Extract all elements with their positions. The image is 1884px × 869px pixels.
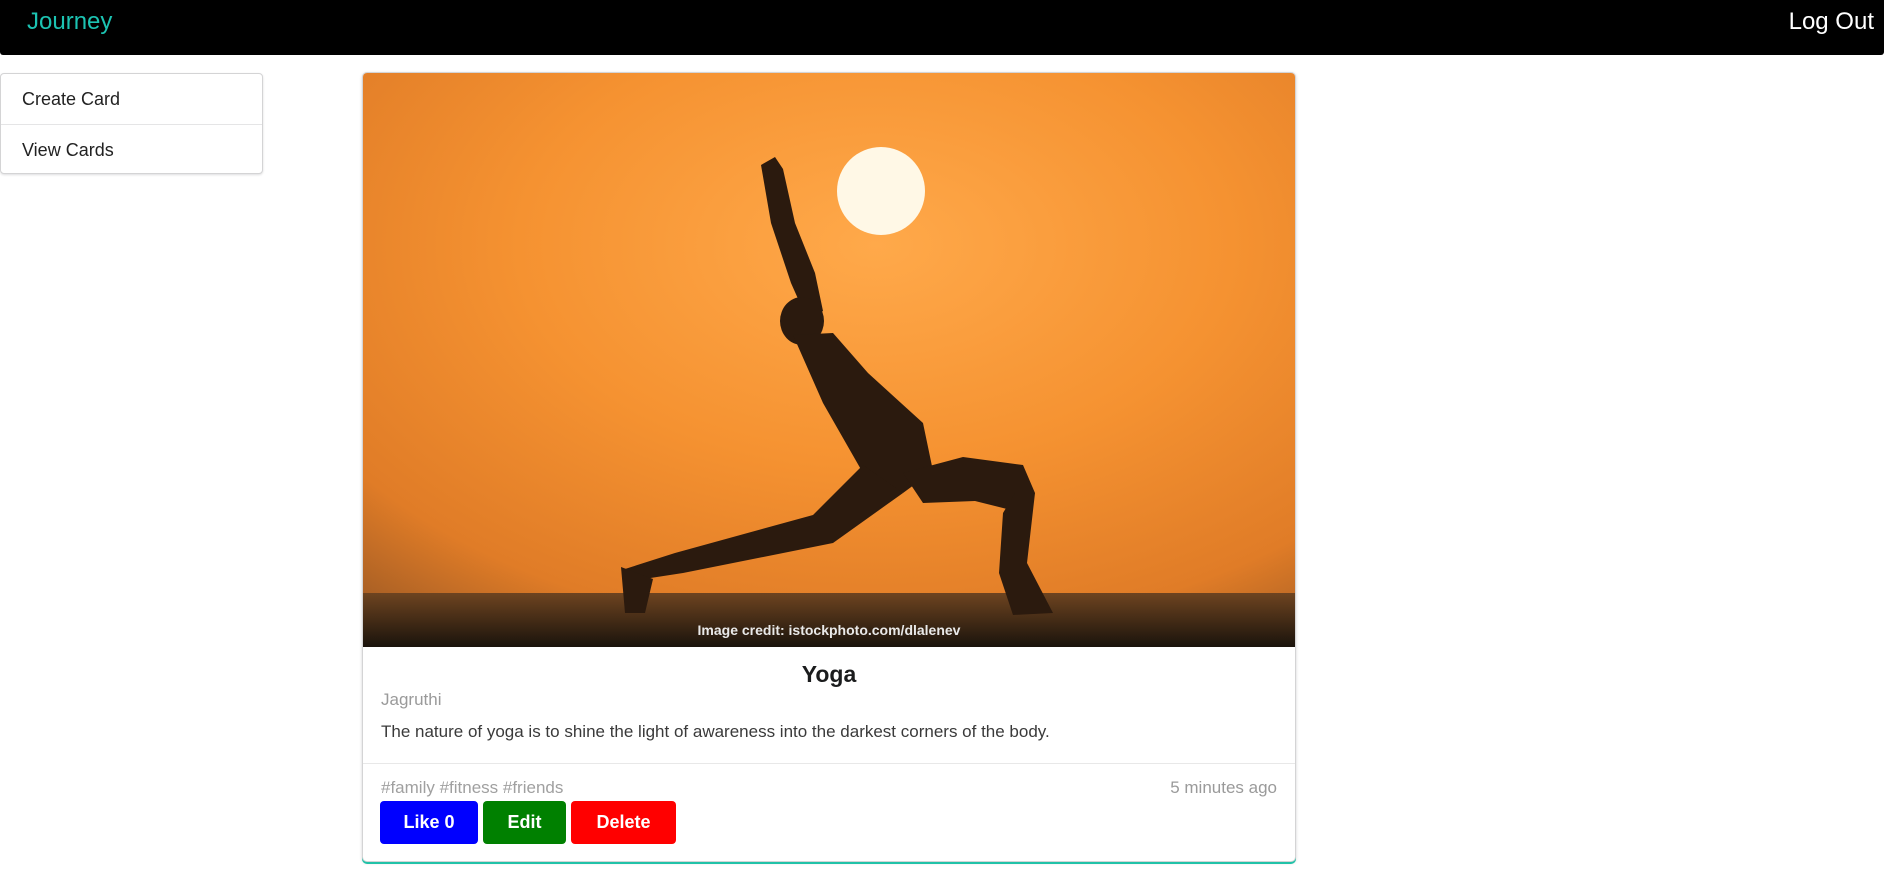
logout-link[interactable]: Log Out	[1789, 8, 1874, 36]
card-title: Yoga	[801, 661, 857, 687]
image-credit-caption: Image credit: istockphoto.com/dlalenev	[698, 622, 961, 638]
journal-card: Image credit: istockphoto.com/dlalenev Y…	[362, 72, 1296, 862]
card-divider	[363, 763, 1295, 764]
like-button[interactable]: Like 0	[380, 801, 478, 844]
card-description: The nature of yoga is to shine the light…	[381, 722, 1050, 741]
card-actions: Like 0 Edit Delete	[380, 801, 676, 844]
delete-button[interactable]: Delete	[571, 801, 676, 844]
edit-button[interactable]: Edit	[483, 801, 566, 844]
card-author: Jagruthi	[381, 690, 442, 709]
top-nav-bar: Journey Log Out	[0, 0, 1884, 55]
side-menu: Create Card View Cards	[0, 73, 263, 174]
card-image: Image credit: istockphoto.com/dlalenev	[363, 73, 1295, 647]
brand-link[interactable]: Journey	[27, 8, 112, 36]
menu-item-view-cards[interactable]: View Cards	[1, 124, 262, 174]
menu-item-create-card[interactable]: Create Card	[1, 74, 262, 124]
card-tags: #family #fitness #friends	[381, 778, 564, 797]
card-timestamp: 5 minutes ago	[1170, 778, 1277, 797]
yoga-sunset-photo: Image credit: istockphoto.com/dlalenev	[363, 73, 1295, 647]
